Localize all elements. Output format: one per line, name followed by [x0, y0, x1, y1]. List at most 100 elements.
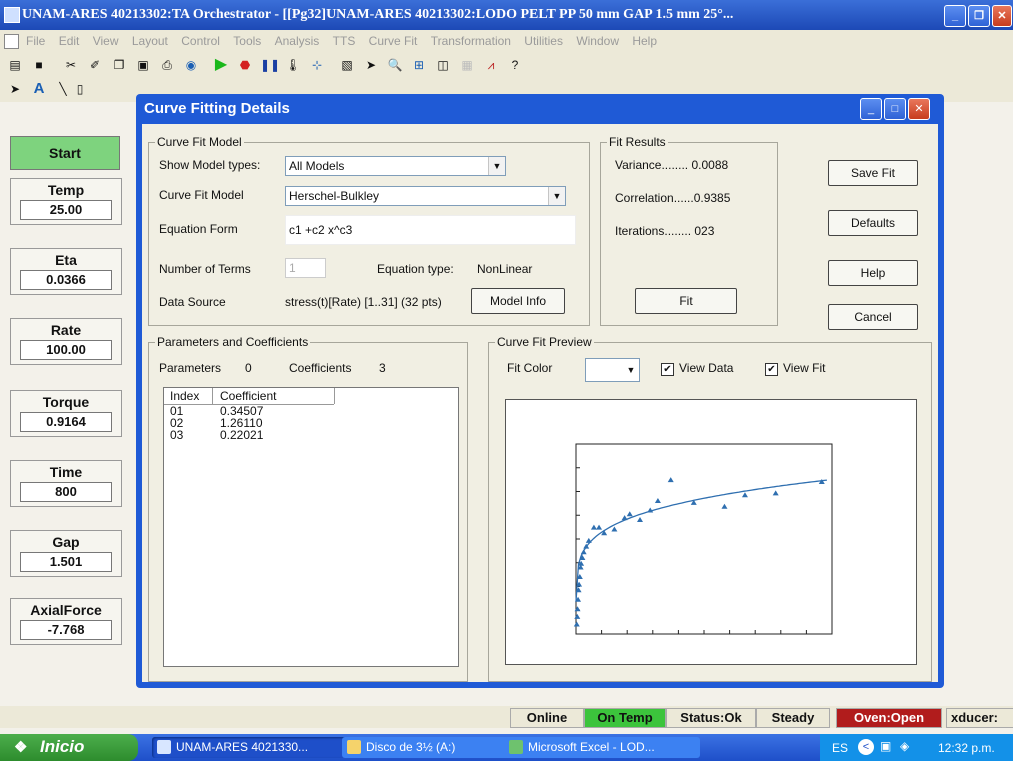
maximize-button[interactable]: ❐ — [968, 5, 990, 27]
app-icon — [4, 7, 20, 23]
task-button-orchestrator[interactable]: UNAM-ARES 4021330... — [152, 737, 356, 758]
group-title: Curve Fit Model — [155, 135, 244, 149]
print-icon[interactable]: ⎙ — [158, 56, 176, 74]
fit-results-group: Fit Results Variance........ 0.0088 Corr… — [600, 135, 778, 326]
task-button-excel[interactable]: Microsoft Excel - LOD... — [504, 737, 700, 758]
parameters-group: Parameters and Coefficients Parameters 0… — [148, 335, 468, 682]
status-on-temp: On Temp — [584, 708, 666, 728]
coefficients-value: 3 — [379, 361, 386, 375]
plot-frame — [575, 443, 833, 635]
model-dropdown[interactable]: Herschel-Bulkley ▼ — [285, 186, 566, 206]
task-button-floppy[interactable]: Disco de 3½ (A:) — [342, 737, 518, 758]
chart-icon[interactable]: ◫ — [434, 56, 452, 74]
network-icon[interactable]: ▣ — [880, 739, 891, 753]
show-types-label: Show Model types: — [159, 158, 261, 172]
menu-tools[interactable]: Tools — [233, 34, 261, 48]
open-icon[interactable]: ✐ — [86, 56, 104, 74]
status-oven: Oven:Open — [836, 708, 942, 728]
temperature-icon[interactable]: 🌡 — [284, 56, 302, 74]
zoom-icon[interactable]: 🔍 — [386, 56, 404, 74]
view-fit-checkbox[interactable]: ✔ — [765, 363, 778, 376]
meter-label: Rate — [50, 322, 82, 338]
save-fit-button[interactable]: Save Fit — [828, 160, 918, 186]
table-header: Index Coefficient — [164, 388, 335, 405]
step-icon[interactable]: ⊹ — [308, 56, 326, 74]
terms-value: 1 — [289, 261, 296, 275]
main-toolbar: ▤ ■ ✂ ✐ ❐ ▣ ⎙ ◉ ▶ ⬣ ❚❚ 🌡 ⊹ ▧ ➤ 🔍 ⊞ ◫ ▦ ⩘… — [0, 52, 1013, 78]
data-point — [637, 517, 643, 522]
select-arrow-icon[interactable]: ➤ — [6, 80, 24, 98]
minimize-button[interactable]: _ — [944, 5, 966, 27]
help-button[interactable]: Help — [828, 260, 918, 286]
source-label: Data Source — [159, 295, 226, 309]
task-label: Disco de 3½ (A:) — [366, 740, 456, 754]
column-header-coefficient: Coefficient — [220, 389, 277, 403]
menu-view[interactable]: View — [93, 34, 119, 48]
menu-transformation[interactable]: Transformation — [431, 34, 511, 48]
fit-color-label: Fit Color — [507, 361, 553, 375]
rectangle-tool-icon[interactable]: ▯ — [76, 80, 84, 98]
document-icon — [4, 34, 19, 49]
data-point — [621, 515, 628, 521]
view-fit-label: View Fit — [783, 361, 826, 375]
cut-icon[interactable]: ✂ — [62, 56, 80, 74]
fit-button[interactable]: Fit — [635, 288, 737, 314]
rate-meter: Rate 100.00 — [10, 318, 122, 365]
language-indicator[interactable]: ES — [832, 741, 848, 755]
start-button[interactable]: Start — [10, 136, 120, 170]
graph-icon[interactable]: ▧ — [338, 56, 356, 74]
start-menu-button[interactable]: ❖ Inicio — [0, 734, 138, 761]
menu-file[interactable]: File — [26, 34, 45, 48]
meter-value: 0.0366 — [20, 270, 112, 290]
curve-fit-icon[interactable]: ⩘ — [482, 56, 500, 74]
copy-icon[interactable]: ❐ — [110, 56, 128, 74]
model-info-button[interactable]: Model Info — [471, 288, 565, 314]
show-types-dropdown[interactable]: All Models ▼ — [285, 156, 506, 176]
menu-control[interactable]: Control — [181, 34, 220, 48]
coefficient-table[interactable]: Index Coefficient 01 0.34507 02 1.26110 … — [163, 387, 459, 667]
volume-icon[interactable]: ◈ — [900, 739, 909, 753]
dialog-close-button[interactable]: ✕ — [908, 98, 930, 120]
axis-icon[interactable]: ⊞ — [410, 56, 428, 74]
chevron-down-icon[interactable]: ▼ — [488, 157, 505, 175]
start-menu-label: Inicio — [40, 737, 85, 756]
chevron-down-icon[interactable]: ▼ — [623, 361, 639, 379]
chevron-left-icon[interactable]: < — [858, 739, 874, 755]
dialog-maximize-button[interactable]: □ — [884, 98, 906, 120]
instrument-icon[interactable]: ◉ — [182, 56, 200, 74]
close-button[interactable]: ✕ — [992, 5, 1012, 27]
menu-help[interactable]: Help — [632, 34, 657, 48]
stop-icon[interactable]: ⬣ — [236, 56, 254, 74]
clock: 12:32 p.m. — [938, 741, 995, 755]
run-icon[interactable]: ▶ — [212, 56, 230, 74]
paste-icon[interactable]: ▣ — [134, 56, 152, 74]
pause-icon[interactable]: ❚❚ — [260, 56, 280, 74]
menu-edit[interactable]: Edit — [59, 34, 80, 48]
view-data-label: View Data — [679, 361, 734, 375]
menu-analysis[interactable]: Analysis — [275, 34, 320, 48]
menu-tts[interactable]: TTS — [333, 34, 356, 48]
line-tool-icon[interactable]: ╲ — [54, 80, 72, 98]
view-data-checkbox[interactable]: ✔ — [661, 363, 674, 376]
cancel-button[interactable]: Cancel — [828, 304, 918, 330]
data-point — [626, 511, 633, 517]
column-header-index: Index — [170, 389, 200, 403]
menu-utilities[interactable]: Utilities — [524, 34, 563, 48]
save-icon[interactable]: ■ — [30, 56, 48, 74]
equation-form-field: c1 +c2 x^c3 — [285, 215, 576, 245]
menu-curve-fit[interactable]: Curve Fit — [369, 34, 418, 48]
menu-window[interactable]: Window — [576, 34, 619, 48]
text-tool-icon[interactable]: A — [30, 80, 48, 98]
defaults-button[interactable]: Defaults — [828, 210, 918, 236]
chevron-down-icon[interactable]: ▼ — [548, 187, 565, 205]
pointer-icon[interactable]: ➤ — [362, 56, 380, 74]
curve-fitting-dialog: Curve Fitting Details _ □ ✕ Curve Fit Mo… — [136, 94, 944, 688]
data-point — [574, 606, 581, 612]
menu-layout[interactable]: Layout — [132, 34, 168, 48]
fit-color-dropdown[interactable]: ▼ — [585, 358, 640, 382]
dialog-minimize-button[interactable]: _ — [860, 98, 882, 120]
equation-value: c1 +c2 x^c3 — [289, 223, 353, 237]
new-icon[interactable]: ▤ — [6, 56, 24, 74]
dialog-body: Curve Fit Model Show Model types: All Mo… — [142, 124, 938, 682]
help-icon[interactable]: ? — [506, 56, 524, 74]
